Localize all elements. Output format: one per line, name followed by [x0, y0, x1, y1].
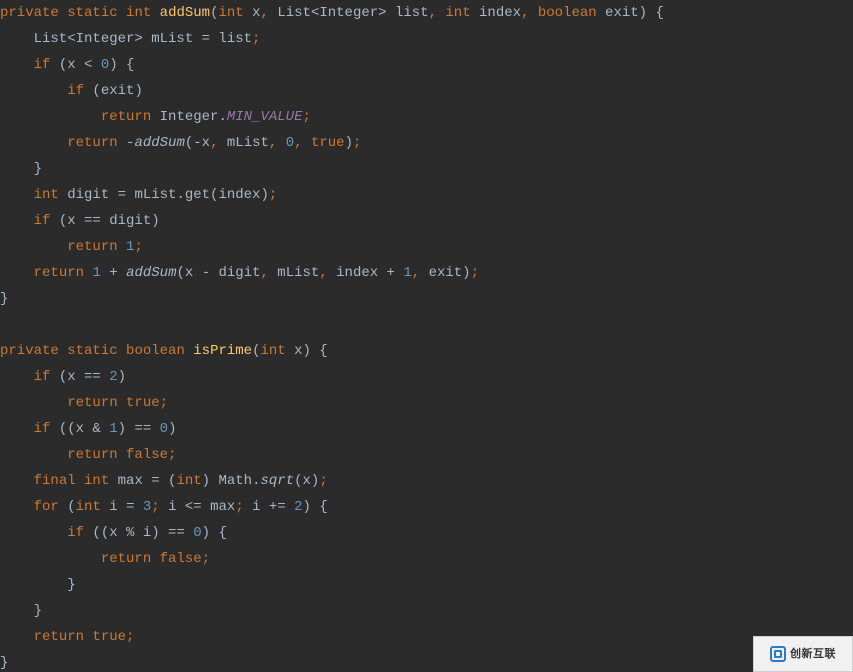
- code-line: return true;: [0, 629, 134, 645]
- code-line: if (x < 0) {: [0, 57, 134, 73]
- code-line: return true;: [0, 395, 168, 411]
- code-line: if (x == digit): [0, 213, 160, 229]
- code-line: return 1 + addSum(x - digit, mList, inde…: [0, 265, 479, 281]
- code-editor-view: private static int addSum(int x, List<In…: [0, 0, 853, 672]
- code-line: private static int addSum(int x, List<In…: [0, 5, 664, 21]
- code-line: final int max = (int) Math.sqrt(x);: [0, 473, 328, 489]
- code-line: if ((x % i) == 0) {: [0, 525, 227, 541]
- code-line: if (x == 2): [0, 369, 126, 385]
- code-line: }: [0, 161, 42, 177]
- code-line: }: [0, 655, 8, 671]
- code-line: }: [0, 577, 76, 593]
- watermark-badge: 创新互联: [753, 636, 853, 672]
- code-line: return Integer.MIN_VALUE;: [0, 109, 311, 125]
- code-line: int digit = mList.get(index);: [0, 187, 277, 203]
- code-line: }: [0, 291, 8, 307]
- code-line: }: [0, 603, 42, 619]
- code-line: return 1;: [0, 239, 143, 255]
- code-line: if (exit): [0, 83, 143, 99]
- code-line: return false;: [0, 551, 210, 567]
- watermark-logo-icon: [770, 646, 786, 662]
- code-line: List<Integer> mList = list;: [0, 31, 260, 47]
- code-line: for (int i = 3; i <= max; i += 2) {: [0, 499, 328, 515]
- code-line: return -addSum(-x, mList, 0, true);: [0, 135, 361, 151]
- watermark-text: 创新互联: [790, 641, 836, 667]
- code-line: return false;: [0, 447, 176, 463]
- code-line: private static boolean isPrime(int x) {: [0, 343, 328, 359]
- code-line: if ((x & 1) == 0): [0, 421, 176, 437]
